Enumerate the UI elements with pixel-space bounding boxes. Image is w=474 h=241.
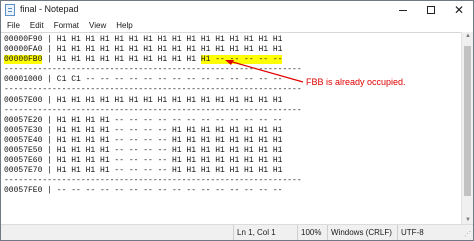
maximize-icon xyxy=(427,6,435,14)
text-line: 00057E70 | H1 H1 H1 H1 -- -- -- -- H1 H1… xyxy=(4,166,283,176)
menu-bar: File Edit Format View Help xyxy=(1,19,473,32)
text-line: 00057E30 | H1 H1 H1 H1 -- -- -- -- H1 H1… xyxy=(4,125,283,135)
status-bar: Ln 1, Col 1 100% Windows (CRLF) UTF-8 ⋰ xyxy=(1,224,473,240)
status-divider xyxy=(297,225,298,240)
menu-file[interactable]: File xyxy=(5,21,22,30)
notepad-window: final - Notepad ✕ File Edit Format View … xyxy=(0,0,474,241)
menu-view[interactable]: View xyxy=(87,21,108,30)
menu-format[interactable]: Format xyxy=(52,21,81,30)
editor-lines: 00000F90 | H1 H1 H1 H1 H1 H1 H1 H1 H1 H1… xyxy=(4,35,302,197)
line-ending: Windows (CRLF) xyxy=(331,228,392,237)
text-editor[interactable]: 00000F90 | H1 H1 H1 H1 H1 H1 H1 H1 H1 H1… xyxy=(1,32,461,224)
scroll-thumb[interactable] xyxy=(464,46,471,196)
close-button[interactable]: ✕ xyxy=(445,1,473,19)
menu-help[interactable]: Help xyxy=(114,21,134,30)
text-line: ----------------------------------------… xyxy=(4,65,302,75)
highlighted-bytes: H1 -- -- -- -- -- xyxy=(200,55,283,65)
window-title: final - Notepad xyxy=(20,4,79,14)
text-line: 00057FE0 | -- -- -- -- -- -- -- -- -- --… xyxy=(4,186,283,196)
text-line: 00000F90 | H1 H1 H1 H1 H1 H1 H1 H1 H1 H1… xyxy=(4,35,283,44)
status-divider xyxy=(233,225,234,240)
encoding: UTF-8 xyxy=(401,228,424,237)
text-line: ----------------------------------------… xyxy=(4,176,302,186)
text-line: 00057E50 | H1 H1 H1 H1 -- -- -- -- H1 H1… xyxy=(4,146,283,156)
notepad-icon xyxy=(5,4,15,16)
minimize-icon xyxy=(399,9,407,11)
cursor-position: Ln 1, Col 1 xyxy=(237,228,276,237)
title-bar[interactable]: final - Notepad ✕ xyxy=(1,1,473,19)
scroll-down-icon[interactable]: ▼ xyxy=(465,217,471,223)
minimize-button[interactable] xyxy=(389,1,417,19)
text-line: 00057E00 | H1 H1 H1 H1 H1 H1 H1 H1 H1 H1… xyxy=(4,95,283,105)
close-icon: ✕ xyxy=(453,3,465,17)
highlighted-address: 00000FB0 xyxy=(4,55,43,65)
status-divider xyxy=(327,225,328,240)
annotation-label: FBB is already occupied. xyxy=(306,77,406,87)
text-line: 00057E60 | H1 H1 H1 H1 -- -- -- -- H1 H1… xyxy=(4,156,283,166)
text-line: 00057E20 | H1 H1 H1 H1 -- -- -- -- -- --… xyxy=(4,115,283,125)
text-line: 00000FA0 | H1 H1 H1 H1 H1 H1 H1 H1 H1 H1… xyxy=(4,45,283,55)
resize-grip-icon[interactable]: ⋰ xyxy=(464,230,471,238)
text-line: ----------------------------------------… xyxy=(4,105,302,115)
status-divider xyxy=(397,225,398,240)
vertical-scrollbar[interactable]: ▲ ▼ xyxy=(461,32,473,224)
text-line: 00057E40 | H1 H1 H1 H1 -- -- -- -- H1 H1… xyxy=(4,135,283,145)
zoom-level: 100% xyxy=(301,228,322,237)
text-line: 00000FB0 | H1 H1 H1 H1 H1 H1 H1 H1 H1 H1… xyxy=(4,55,283,65)
scroll-up-icon[interactable]: ▲ xyxy=(465,33,471,39)
menu-edit[interactable]: Edit xyxy=(28,21,46,30)
text-line: ----------------------------------------… xyxy=(4,85,302,95)
text-line: 00001000 | C1 C1 -- -- -- -- -- -- -- --… xyxy=(4,75,283,85)
maximize-button[interactable] xyxy=(417,1,445,19)
